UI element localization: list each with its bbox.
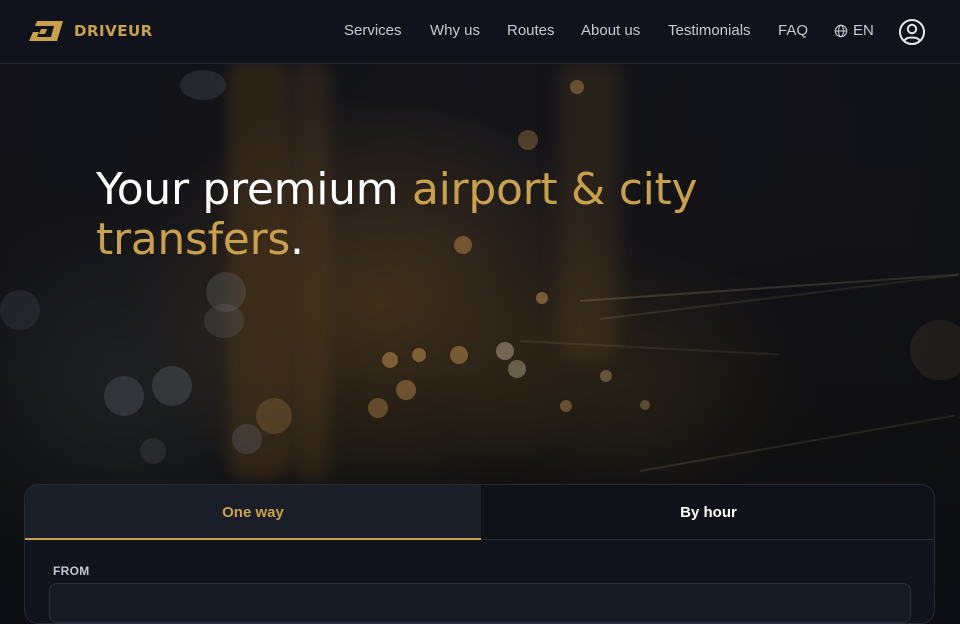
- site-header: DRIVEUR Services Why us Routes About us …: [0, 0, 960, 64]
- tab-one-way[interactable]: One way: [25, 485, 481, 540]
- hero-headline: Your premium airport & city transfers.: [96, 165, 816, 265]
- nav-services[interactable]: Services: [344, 22, 402, 39]
- language-label: EN: [853, 22, 874, 39]
- nav-about-us[interactable]: About us: [581, 22, 640, 39]
- headline-period: .: [290, 214, 304, 265]
- globe-icon: [834, 24, 848, 37]
- tab-by-hour[interactable]: By hour: [481, 485, 934, 539]
- booking-widget: One way By hour FROM: [24, 484, 935, 624]
- nav-why-us[interactable]: Why us: [430, 22, 480, 39]
- booking-tabs: One way By hour: [25, 485, 934, 540]
- nav-testimonials[interactable]: Testimonials: [668, 22, 751, 39]
- from-label: FROM: [53, 564, 90, 578]
- from-input[interactable]: [49, 583, 911, 623]
- nav-faq[interactable]: FAQ: [778, 22, 808, 39]
- nav-routes[interactable]: Routes: [507, 22, 555, 39]
- main-nav: Services Why us Routes About us Testimon…: [0, 0, 960, 64]
- headline-text: Your premium: [96, 164, 412, 215]
- user-circle-icon[interactable]: [898, 18, 926, 46]
- language-selector[interactable]: EN: [834, 22, 874, 39]
